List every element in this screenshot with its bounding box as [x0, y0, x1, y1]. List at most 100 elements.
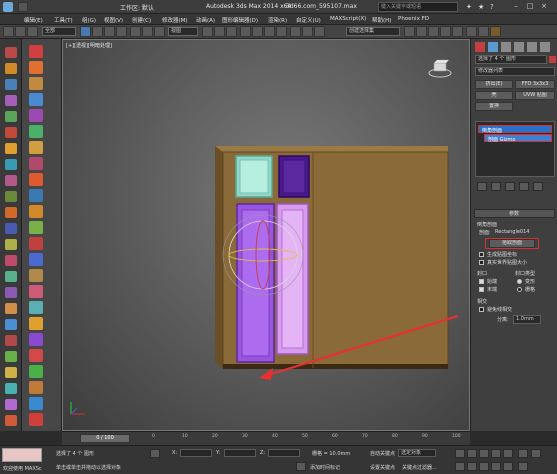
menu-views[interactable]: 视图(V) — [104, 16, 123, 24]
quick-access-icon[interactable] — [18, 2, 28, 12]
bind-warp-icon[interactable] — [27, 26, 38, 37]
tool-icon-11[interactable] — [5, 207, 17, 218]
set-key-button[interactable]: 设置关键点 — [370, 464, 395, 471]
lib-icon-9[interactable] — [29, 173, 43, 186]
object-color-swatch[interactable] — [549, 56, 556, 63]
selected-object-dropdown[interactable]: 选定对象 — [398, 449, 436, 457]
menu-create[interactable]: 创建(C) — [132, 16, 151, 24]
lib-icon-8[interactable] — [29, 157, 43, 170]
lib-icon-18[interactable] — [29, 317, 43, 330]
key-filters-button[interactable]: 关键点过滤器... — [402, 464, 437, 471]
stack-item-bevel-profile[interactable]: 倒角剖面 — [478, 125, 552, 134]
spinner-snap-icon[interactable] — [276, 26, 287, 37]
menu-help[interactable]: 帮助(H) — [372, 16, 391, 24]
cap-end-checkbox[interactable] — [479, 287, 484, 292]
select-object-icon[interactable] — [80, 26, 91, 37]
ffd-button[interactable]: FFD 3x3x3 — [515, 80, 555, 89]
lib-icon-22[interactable] — [29, 381, 43, 394]
create-tab-icon[interactable] — [475, 42, 485, 52]
lib-icon-4[interactable] — [29, 93, 43, 106]
time-config-icon[interactable] — [531, 449, 541, 458]
material-editor-icon[interactable] — [452, 26, 463, 37]
zoom-extents-icon[interactable] — [479, 462, 489, 471]
close-button[interactable]: × — [538, 1, 550, 12]
reference-coord-dropdown[interactable]: 视图 — [168, 27, 198, 36]
scale-icon[interactable] — [154, 26, 165, 37]
modifier-stack[interactable]: 倒角剖面 剖面 Gizmo — [475, 121, 555, 177]
y-coordinate-field[interactable] — [224, 449, 256, 457]
x-coordinate-field[interactable] — [180, 449, 212, 457]
separation-input[interactable]: 1.0mm — [513, 315, 541, 324]
tool-icon-9[interactable] — [5, 175, 17, 186]
pin-stack-icon[interactable] — [477, 182, 487, 191]
curve-editor-icon[interactable] — [428, 26, 439, 37]
menu-animation[interactable]: 动画(A) — [196, 16, 215, 24]
unlink-icon[interactable] — [15, 26, 26, 37]
lib-icon-13[interactable] — [29, 237, 43, 250]
hierarchy-tab-icon[interactable] — [501, 42, 511, 52]
modifier-list-dropdown[interactable]: 修改器列表 — [475, 67, 555, 76]
maximize-viewport-icon[interactable] — [518, 462, 528, 471]
parameters-rollout[interactable]: 参数 — [474, 209, 555, 218]
menu-group[interactable]: 组(G) — [82, 16, 96, 24]
tool-icon-10[interactable] — [5, 191, 17, 202]
timeline[interactable]: 0 / 100 0 10 20 30 40 50 60 70 80 90 100 — [62, 431, 470, 445]
shell-button[interactable]: 壳 — [475, 91, 513, 100]
pan-icon[interactable] — [491, 462, 501, 471]
align-icon[interactable] — [314, 26, 325, 37]
lib-icon-6[interactable] — [29, 125, 43, 138]
pick-profile-button[interactable]: 拾取剖面 — [489, 239, 535, 248]
select-manipulate-icon[interactable] — [214, 26, 225, 37]
time-slider[interactable]: 0 / 100 — [80, 434, 130, 443]
utilities-tab-icon[interactable] — [540, 42, 550, 52]
lib-icon-10[interactable] — [29, 189, 43, 202]
tool-icon-16[interactable] — [5, 287, 17, 298]
graphite-icon[interactable] — [416, 26, 427, 37]
rendered-frame-icon[interactable] — [478, 26, 489, 37]
zoom-icon[interactable] — [455, 462, 465, 471]
play-icon[interactable] — [479, 449, 489, 458]
stack-item-profile-gizmo[interactable]: 剖面 Gizmo — [484, 134, 552, 143]
help-icon[interactable]: ✦ — [466, 3, 472, 11]
scene-canvas[interactable] — [63, 40, 470, 431]
tool-icon-14[interactable] — [5, 255, 17, 266]
go-to-start-icon[interactable] — [455, 449, 465, 458]
lock-selection-icon[interactable] — [150, 449, 160, 458]
tool-icon-7[interactable] — [5, 143, 17, 154]
app-logo-icon[interactable] — [3, 2, 13, 12]
lib-icon-24[interactable] — [29, 413, 43, 426]
layer-manager-icon[interactable] — [404, 26, 415, 37]
lib-icon-16[interactable] — [29, 285, 43, 298]
tool-icon-6[interactable] — [5, 127, 17, 138]
motion-tab-icon[interactable] — [514, 42, 524, 52]
go-to-end-icon[interactable] — [503, 449, 513, 458]
displace-button[interactable]: 置换 — [475, 102, 513, 111]
lib-icon-21[interactable] — [29, 365, 43, 378]
tool-icon-22[interactable] — [5, 383, 17, 394]
remove-modifier-icon[interactable] — [519, 182, 529, 191]
add-time-tag-label[interactable]: 添加时间标记 — [310, 464, 340, 471]
maximize-button[interactable]: □ — [524, 1, 536, 12]
tool-icon-17[interactable] — [5, 303, 17, 314]
lib-icon-12[interactable] — [29, 221, 43, 234]
previous-frame-icon[interactable] — [467, 449, 477, 458]
gen-mapping-checkbox[interactable] — [479, 252, 484, 257]
star-icon[interactable]: ★ — [478, 3, 484, 11]
lib-icon-3[interactable] — [29, 77, 43, 90]
auto-key-button[interactable]: 自动关键点 — [370, 450, 395, 457]
modify-tab-icon[interactable] — [488, 42, 498, 52]
next-frame-icon[interactable] — [491, 449, 501, 458]
cap-start-checkbox[interactable] — [479, 279, 484, 284]
rotate-icon[interactable] — [142, 26, 153, 37]
named-selection-set-dropdown[interactable]: 创建选择集 — [346, 27, 400, 36]
menu-maxscript[interactable]: MAXScript(X) — [330, 16, 366, 22]
select-by-name-icon[interactable] — [92, 26, 103, 37]
time-tag-icon[interactable] — [296, 462, 306, 471]
lib-icon-7[interactable] — [29, 141, 43, 154]
lib-icon-14[interactable] — [29, 253, 43, 266]
tool-icon-24[interactable] — [5, 415, 17, 426]
menu-tools[interactable]: 工具(T) — [54, 16, 73, 24]
lib-icon-11[interactable] — [29, 205, 43, 218]
make-unique-icon[interactable] — [505, 182, 515, 191]
object-name-field[interactable]: 选择了 4 个 图形 — [475, 55, 547, 64]
